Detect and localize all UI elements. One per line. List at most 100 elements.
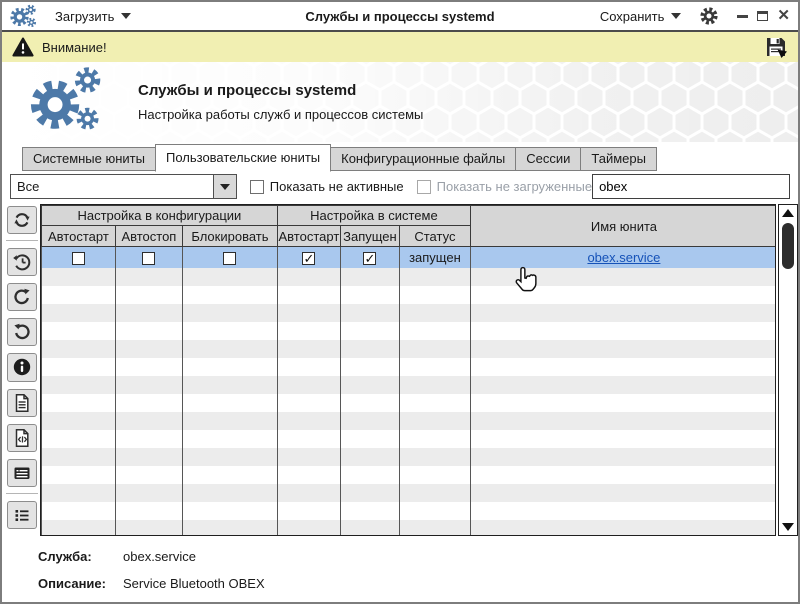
settings-gear-icon[interactable] [699, 6, 719, 26]
unit-filter-select[interactable]: Все [10, 174, 237, 199]
view-file-button[interactable] [7, 389, 37, 417]
empty-row[interactable] [41, 268, 776, 286]
chevron-down-icon [671, 13, 681, 19]
unit-name-link[interactable]: obex.service [587, 250, 660, 265]
chevron-down-icon [220, 184, 230, 190]
unit-filter-selected-value: Все [11, 175, 213, 198]
minimize-icon[interactable] [737, 15, 748, 18]
unit-row-selected[interactable]: ✓ ✓ запущен obex.service [41, 247, 776, 268]
column-header-block: Блокировать [182, 226, 277, 247]
column-header-status: Статус [399, 226, 470, 247]
refresh-icon [12, 210, 32, 230]
page-subtitle: Настройка работы служб и процессов систе… [138, 107, 423, 122]
maximize-icon[interactable] [757, 11, 768, 21]
empty-row[interactable] [41, 502, 776, 520]
empty-row[interactable] [41, 412, 776, 430]
warning-triangle-icon [12, 37, 34, 57]
file-text-icon [12, 393, 32, 413]
empty-row[interactable] [41, 358, 776, 376]
search-input[interactable] [592, 174, 790, 199]
checkbox-config-block[interactable] [223, 252, 236, 265]
tab-3[interactable]: Сессии [515, 147, 581, 171]
scroll-down-icon[interactable] [782, 523, 794, 531]
gears-logo-icon [26, 66, 114, 138]
empty-row[interactable] [41, 304, 776, 322]
header-banner: Службы и процессы systemd Настройка рабо… [2, 62, 798, 142]
checkbox-box[interactable] [250, 180, 264, 194]
tab-1[interactable]: Пользовательские юниты [155, 144, 331, 172]
info-button[interactable] [7, 353, 37, 381]
filter-row: Все Показать не активные Показать не заг… [2, 171, 798, 204]
scroll-up-icon[interactable] [782, 209, 794, 217]
show-inactive-checkbox[interactable]: Показать не активные [250, 179, 404, 194]
service-label: Служба: [38, 549, 123, 564]
checkbox-system-running[interactable]: ✓ [363, 252, 376, 265]
tab-0[interactable]: Системные юниты [22, 147, 156, 171]
empty-row[interactable] [41, 340, 776, 358]
app-window: Службы и процессы systemd [0, 0, 800, 604]
tab-4[interactable]: Таймеры [580, 147, 657, 171]
empty-row[interactable] [41, 322, 776, 340]
description-value: Service Bluetooth OBEX [123, 576, 265, 591]
tab-2[interactable]: Конфигурационные файлы [330, 147, 516, 171]
close-icon[interactable]: ✕ [777, 10, 790, 22]
checkbox-config-autostart[interactable] [72, 252, 85, 265]
save-menu-button[interactable]: Сохранить [596, 7, 686, 26]
empty-row[interactable] [41, 448, 776, 466]
history-clock-icon [12, 252, 32, 272]
empty-row[interactable] [41, 466, 776, 484]
view-source-button[interactable] [7, 424, 37, 452]
table-body-empty [41, 268, 776, 537]
column-group-system: Настройка в системе [277, 206, 470, 226]
dropdown-button[interactable] [213, 175, 236, 198]
list-button[interactable] [7, 501, 37, 529]
page-title: Службы и процессы systemd [138, 82, 423, 99]
journal-icon [12, 463, 32, 483]
column-group-config: Настройка в конфигурации [41, 206, 277, 226]
column-header-autostart-config: Автостарт [41, 226, 115, 247]
empty-row[interactable] [41, 286, 776, 304]
restart-button[interactable] [7, 283, 37, 311]
app-gears-icon [10, 4, 37, 29]
journal-button[interactable] [7, 459, 37, 487]
floppy-save-icon[interactable] [764, 35, 788, 59]
tab-bar: Системные юнитыПользовательские юнитыКон… [2, 142, 798, 171]
description-label: Описание: [38, 576, 123, 591]
units-table: Настройка в конфигурации Настройка в сис… [40, 204, 776, 536]
redo-arrow-icon [12, 287, 32, 307]
empty-row[interactable] [41, 376, 776, 394]
chevron-down-icon [121, 13, 131, 19]
checkbox-config-autostop[interactable] [142, 252, 155, 265]
column-header-unit-name: Имя юнита [470, 206, 776, 247]
title-bar: Службы и процессы systemd [2, 2, 798, 32]
warning-bar: Внимание! [2, 32, 798, 62]
empty-row[interactable] [41, 484, 776, 502]
column-header-running: Запущен [340, 226, 399, 247]
empty-row[interactable] [41, 430, 776, 448]
refresh-button[interactable] [7, 206, 37, 234]
details-panel: Служба: obex.service Описание: Service B… [2, 536, 798, 591]
warning-label: Внимание! [42, 40, 107, 55]
left-toolbar [4, 204, 40, 536]
service-value: obex.service [123, 549, 196, 564]
load-menu-button[interactable]: Загрузить [51, 7, 135, 26]
list-icon [12, 505, 32, 525]
toolbar-separator [6, 240, 38, 241]
undo-arrow-icon [12, 322, 32, 342]
show-unloaded-checkbox: Показать не загруженные [417, 179, 592, 194]
file-code-icon [12, 428, 32, 448]
column-header-autostart-system: Автостарт [277, 226, 340, 247]
empty-row[interactable] [41, 520, 776, 537]
toolbar-separator [6, 493, 38, 494]
column-header-autostop: Автостоп [115, 226, 182, 247]
checkbox-system-autostart[interactable]: ✓ [302, 252, 315, 265]
checkbox-box [417, 180, 431, 194]
info-icon [12, 357, 32, 377]
undo-button[interactable] [7, 318, 37, 346]
vertical-scrollbar[interactable] [778, 204, 798, 536]
history-button[interactable] [7, 248, 37, 276]
main-area: Настройка в конфигурации Настройка в сис… [2, 204, 798, 536]
scrollbar-thumb[interactable] [782, 223, 794, 269]
empty-row[interactable] [41, 394, 776, 412]
status-cell: запущен [399, 247, 470, 268]
